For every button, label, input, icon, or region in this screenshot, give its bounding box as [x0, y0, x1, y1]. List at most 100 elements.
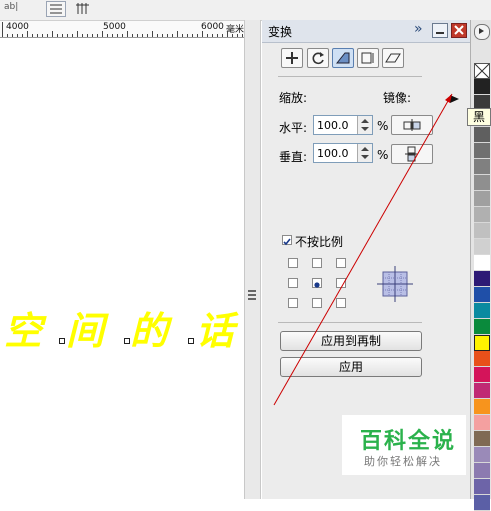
ruler-tick	[147, 34, 148, 37]
ruler-tick	[87, 34, 88, 37]
ruler-tick	[132, 34, 133, 37]
color-swatch[interactable]	[474, 303, 490, 319]
ruler-label: 6000	[201, 22, 224, 32]
selection-handle[interactable]	[124, 338, 130, 344]
vertical-bars-icon[interactable]	[74, 1, 92, 17]
docker-title: 变换	[268, 25, 293, 39]
ruler-tick	[62, 34, 63, 37]
panel-splitter[interactable]	[244, 20, 261, 499]
canvas-text-glyph[interactable]: 的	[130, 300, 168, 355]
size-icon	[361, 52, 374, 64]
ruler-tick	[192, 34, 193, 37]
swatch-none-icon[interactable]	[474, 63, 490, 79]
minimize-button[interactable]	[432, 23, 448, 38]
ruler-tick	[177, 31, 178, 37]
ruler-tick	[237, 34, 238, 37]
tab-skew[interactable]	[382, 48, 404, 68]
close-button[interactable]	[451, 23, 467, 38]
ruler-tick	[197, 34, 198, 37]
ruler-tick	[162, 34, 163, 37]
tab-scale-mirror[interactable]	[332, 48, 354, 68]
skew-icon	[385, 53, 401, 63]
ruler-tick	[67, 34, 68, 37]
watermark-subtitle: 助你轻松解决	[364, 455, 442, 468]
ruler-label: 4000	[6, 22, 29, 32]
palette-menu-button[interactable]	[474, 24, 490, 40]
expand-arrows-icon[interactable]: »	[414, 21, 423, 37]
ruler-tick	[42, 34, 43, 37]
ruler-tick	[117, 34, 118, 37]
ruler-tick	[142, 34, 143, 37]
ruler-tick	[57, 34, 58, 37]
ruler-tick	[82, 34, 83, 37]
ruler-tick	[207, 34, 208, 37]
canvas-text-glyph[interactable]: 空	[4, 300, 42, 355]
color-swatch[interactable]	[474, 271, 490, 287]
ruler-tick	[52, 31, 53, 37]
horizontal-ruler[interactable]: 4000 5000 6000 毫米	[0, 21, 244, 38]
annotation-arrow	[273, 93, 453, 406]
color-swatch[interactable]	[474, 175, 490, 191]
ruler-tick	[222, 34, 223, 37]
ruler-tick	[17, 34, 18, 37]
ruler-tick	[152, 31, 153, 37]
ruler-tick	[182, 34, 183, 37]
ruler-tick	[227, 31, 228, 37]
color-swatch[interactable]	[474, 447, 490, 463]
ruler-tick	[232, 34, 233, 37]
color-swatch[interactable]	[474, 495, 490, 511]
text-tool-label: ab|	[4, 2, 19, 12]
color-swatch[interactable]	[474, 335, 490, 351]
color-swatch[interactable]	[474, 159, 490, 175]
color-tooltip: 黑	[467, 108, 491, 126]
close-icon	[454, 25, 464, 35]
ruler-tick	[72, 34, 73, 37]
color-swatch[interactable]	[474, 207, 490, 223]
ruler-tick	[137, 34, 138, 37]
color-swatch[interactable]	[474, 367, 490, 383]
color-swatch[interactable]	[474, 239, 490, 255]
selection-handle[interactable]	[188, 338, 194, 344]
divider	[278, 76, 422, 77]
color-swatch[interactable]	[474, 319, 490, 335]
color-swatch[interactable]	[474, 143, 490, 159]
color-swatch[interactable]	[474, 255, 490, 271]
align-lines-icon[interactable]	[46, 1, 66, 17]
color-swatch[interactable]	[474, 79, 490, 95]
drawing-canvas[interactable]: 空 间 的 话	[0, 38, 244, 499]
color-swatch[interactable]	[474, 127, 490, 143]
color-swatch[interactable]	[474, 191, 490, 207]
color-swatch[interactable]	[474, 431, 490, 447]
selection-handle[interactable]	[59, 338, 65, 344]
ruler-tick	[202, 31, 203, 37]
ruler-tick	[242, 34, 243, 37]
ruler-label: 5000	[103, 22, 126, 32]
ruler-tick	[7, 34, 8, 37]
ruler-tick	[102, 31, 103, 37]
color-swatch[interactable]	[474, 463, 490, 479]
position-icon	[286, 52, 298, 64]
ruler-tick	[27, 31, 28, 37]
color-swatch[interactable]	[474, 351, 490, 367]
color-swatch[interactable]	[474, 399, 490, 415]
canvas-text-glyph[interactable]: 间	[66, 300, 104, 355]
ruler-tick	[97, 34, 98, 37]
color-swatch[interactable]	[474, 479, 490, 495]
canvas-text-glyph[interactable]: 话	[196, 300, 234, 355]
top-toolbar: ab|	[0, 0, 491, 21]
ruler-tick	[112, 34, 113, 37]
play-arrow-icon	[479, 28, 484, 34]
color-swatch[interactable]	[474, 223, 490, 239]
ruler-tick	[127, 31, 128, 37]
ruler-tick	[77, 31, 78, 37]
color-swatch[interactable]	[474, 287, 490, 303]
tab-position[interactable]	[281, 48, 303, 68]
splitter-grip-icon[interactable]	[248, 288, 256, 304]
watermark-title: 百科全说	[360, 429, 457, 454]
tab-size[interactable]	[357, 48, 379, 68]
ruler-tick	[22, 34, 23, 37]
color-swatch[interactable]	[474, 415, 490, 431]
tab-rotate[interactable]	[307, 48, 329, 68]
ruler-tick	[92, 34, 93, 37]
color-swatch[interactable]	[474, 383, 490, 399]
